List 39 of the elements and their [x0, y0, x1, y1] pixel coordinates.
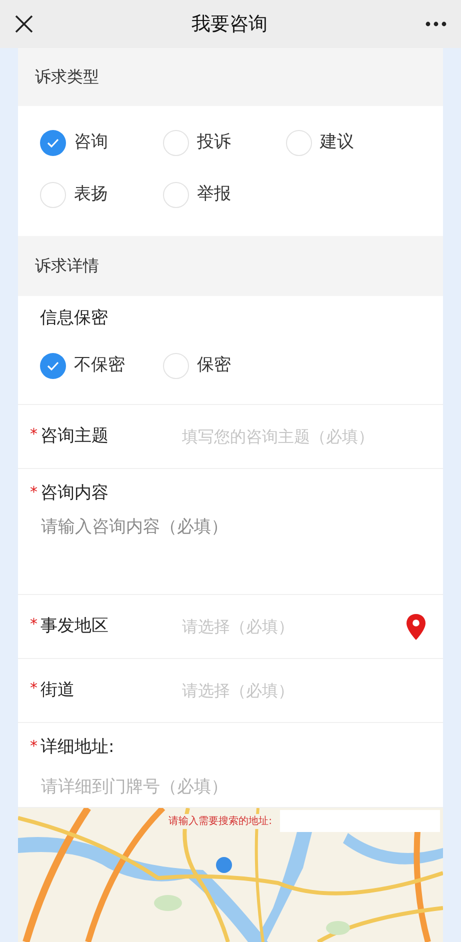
option-label: 不保密: [74, 354, 125, 377]
section-title: 诉求详情: [35, 255, 99, 277]
option-label: 咨询: [74, 131, 108, 154]
field-label: 信息保密: [40, 307, 109, 330]
section-title: 诉求类型: [35, 66, 99, 88]
radio-button[interactable]: [163, 182, 189, 208]
required-mark: *: [30, 736, 38, 756]
radio-button[interactable]: [40, 182, 66, 208]
radio-button[interactable]: [40, 130, 66, 156]
input-field[interactable]: 请详细到门牌号（必填）: [41, 774, 427, 800]
text-area[interactable]: 请输入咨询内容（必填）: [41, 514, 427, 584]
location-pin-icon[interactable]: [405, 612, 427, 640]
option-label: 表扬: [74, 183, 108, 206]
required-mark: *: [30, 614, 38, 636]
input-field[interactable]: 请选择（必填）: [182, 678, 427, 702]
option-label: 举报: [197, 183, 231, 206]
radio-button[interactable]: [40, 352, 66, 378]
radio-button[interactable]: [163, 352, 189, 378]
field-label: 咨询主题: [40, 424, 108, 448]
field-label: 街道: [40, 678, 74, 702]
input-field[interactable]: 填写您的咨询主题（必填）: [182, 424, 427, 448]
radio-button[interactable]: [163, 130, 189, 156]
page-title: 我要咨询: [192, 12, 268, 37]
close-icon[interactable]: [14, 14, 34, 34]
option-label: 保密: [197, 354, 231, 377]
map-search-field[interactable]: [280, 810, 440, 832]
option-label: 建议: [320, 131, 354, 154]
more-icon[interactable]: [425, 21, 447, 27]
field-label: 事发地区: [40, 614, 108, 638]
field-label: 详细地址:: [40, 736, 114, 759]
map-search-label: 请输入需要搜索的地址:: [166, 814, 274, 828]
check-icon: [46, 136, 60, 150]
input-field[interactable]: 请选择（必填）: [182, 614, 405, 638]
required-mark: *: [30, 678, 38, 700]
radio-button[interactable]: [286, 130, 312, 156]
option-label: 投诉: [197, 131, 231, 154]
required-mark: *: [30, 482, 38, 502]
field-label: 咨询内容: [40, 482, 108, 505]
required-mark: *: [30, 424, 38, 446]
